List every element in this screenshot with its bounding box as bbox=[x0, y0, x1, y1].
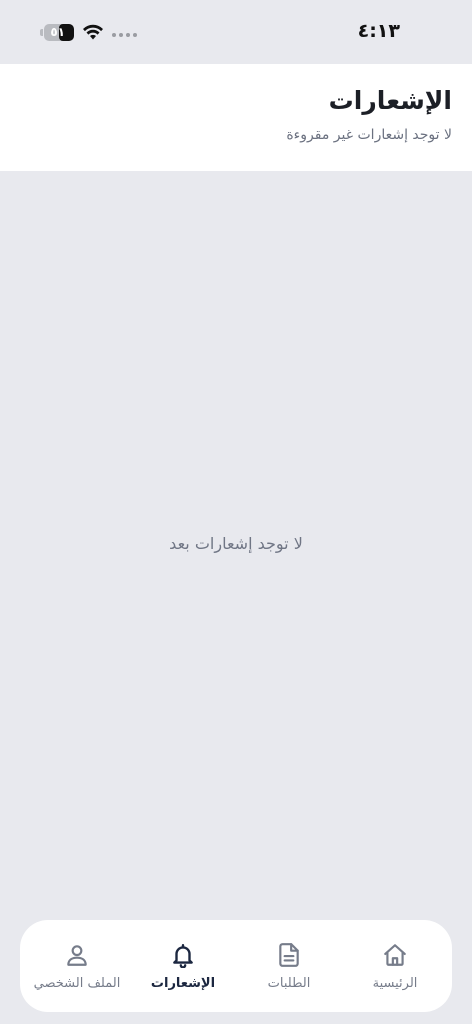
status-icons: ٥١ bbox=[40, 20, 137, 44]
user-icon bbox=[67, 944, 87, 966]
nav-label-profile: الملف الشخصي bbox=[33, 975, 121, 991]
nav-item-home[interactable]: الرئيسية bbox=[345, 926, 445, 1006]
wifi-icon bbox=[83, 24, 103, 40]
nav-item-requests[interactable]: الطلبات bbox=[239, 926, 339, 1006]
status-bar: ٥١ ٤:١٣ bbox=[0, 0, 472, 64]
notifications-list: لا توجد إشعارات بعد bbox=[0, 171, 472, 920]
empty-state-message: لا توجد إشعارات بعد bbox=[169, 534, 303, 553]
nav-item-notifications[interactable]: الإشعارات bbox=[133, 926, 233, 1006]
bell-icon bbox=[173, 943, 193, 968]
status-time: ٤:١٣ bbox=[357, 20, 400, 42]
battery-icon: ٥١ bbox=[40, 23, 74, 41]
nav-label-home: الرئيسية bbox=[372, 975, 418, 991]
nav-label-requests: الطلبات bbox=[267, 975, 311, 991]
document-icon bbox=[279, 942, 299, 967]
battery-level: ٥١ bbox=[50, 24, 65, 39]
page-title: الإشعارات bbox=[328, 86, 452, 115]
nav-item-profile[interactable]: الملف الشخصي bbox=[27, 926, 127, 1006]
page-header: الإشعارات لا توجد إشعارات غير مقروءة bbox=[0, 64, 472, 171]
nav-label-notifications: الإشعارات bbox=[150, 975, 216, 991]
notifications-screen: ٥١ ٤:١٣ الإشعارات لا توجد إشعارات غير مق… bbox=[0, 0, 472, 1024]
bottom-nav: الملف الشخصي الإشعارات الطلبات الرئيسية bbox=[20, 920, 452, 1012]
home-icon bbox=[384, 943, 406, 966]
page-subtitle: لا توجد إشعارات غير مقروءة bbox=[286, 127, 452, 143]
signal-dots-icon bbox=[112, 33, 137, 37]
